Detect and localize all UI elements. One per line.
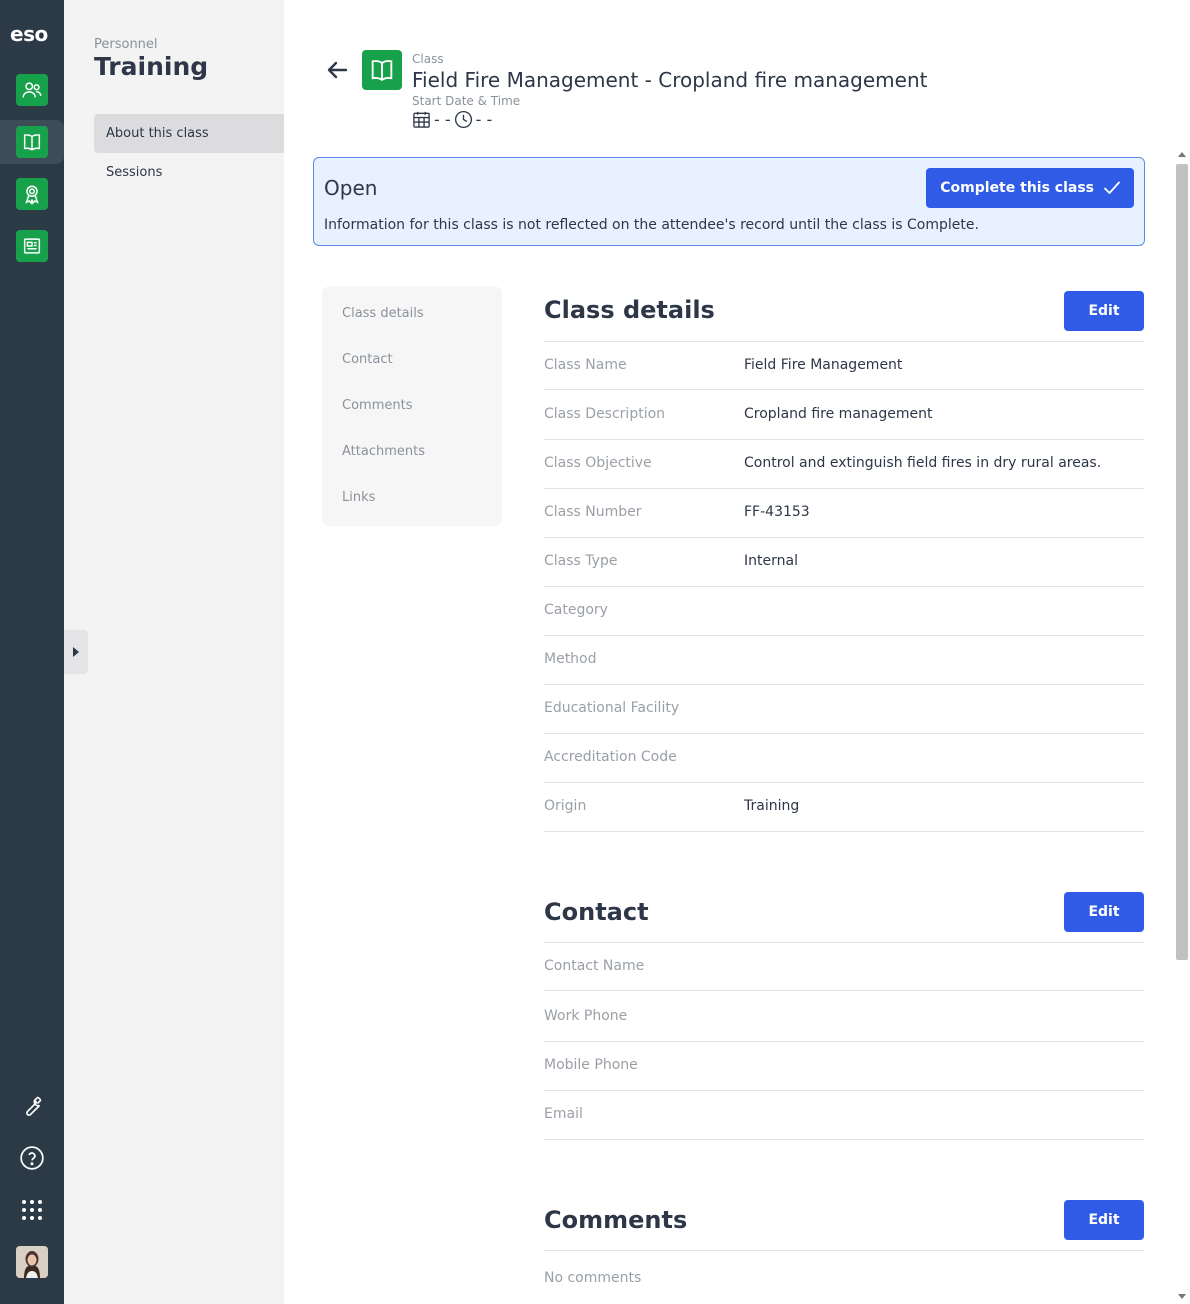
field-label: Class Description	[544, 406, 666, 422]
check-icon	[1104, 181, 1120, 194]
field-row-work-phone: Work Phone	[544, 993, 1144, 1042]
complete-class-label: Complete this class	[940, 180, 1094, 196]
comments-heading: Comments	[544, 1206, 688, 1234]
field-label: Mobile Phone	[544, 1057, 638, 1073]
scrollbar-thumb[interactable]	[1176, 164, 1188, 960]
status-banner: Open Information for this class is not r…	[313, 157, 1145, 246]
calendar-icon	[413, 111, 430, 128]
start-date-label: Start Date & Time	[412, 94, 521, 108]
comments-divider	[544, 1250, 1144, 1251]
field-value: FF-43153	[744, 504, 810, 520]
contact-heading: Contact	[544, 898, 649, 926]
field-label: Category	[544, 602, 608, 618]
people-icon	[22, 82, 42, 98]
field-row-email: Email	[544, 1091, 1144, 1140]
breadcrumb: Personnel	[94, 37, 158, 52]
field-label: Class Objective	[544, 455, 652, 471]
back-button[interactable]	[326, 58, 350, 82]
field-label: Class Type	[544, 553, 618, 569]
status-message: Information for this class is not reflec…	[324, 217, 979, 233]
field-label: Educational Facility	[544, 700, 680, 716]
caret-right-icon	[73, 647, 79, 657]
apps-button[interactable]	[16, 1194, 48, 1226]
book-icon	[371, 60, 393, 82]
status-label: Open	[324, 176, 378, 200]
field-value: Internal	[744, 553, 798, 569]
page-section-nav: Class details Contact Comments Attachmen…	[322, 286, 502, 526]
help-icon	[20, 1146, 44, 1170]
tools-button[interactable]	[16, 1090, 48, 1122]
field-label: Method	[544, 651, 597, 667]
field-row-class-objective: Class Objective Control and extinguish f…	[544, 440, 1144, 489]
pagenav-class-details[interactable]: Class details	[342, 306, 424, 321]
personnel-nav-button[interactable]	[16, 74, 48, 106]
page-title: Field Fire Management - Cropland fire ma…	[412, 68, 928, 92]
complete-class-button[interactable]: Complete this class	[926, 168, 1134, 208]
field-value: Control and extinguish field fires in dr…	[744, 455, 1102, 471]
field-row-educational-facility: Educational Facility	[544, 685, 1144, 734]
field-row-category: Category	[544, 587, 1144, 636]
app-rail: eso	[0, 0, 64, 1304]
apps-grid-icon	[22, 1200, 42, 1220]
eso-logo: eso	[10, 22, 48, 46]
section-title: Training	[94, 52, 209, 81]
class-icon-badge	[362, 50, 402, 90]
start-date-value: - -	[434, 110, 451, 129]
contact-edit-button[interactable]: Edit	[1064, 892, 1144, 932]
certifications-nav-button[interactable]	[16, 178, 48, 210]
field-row-class-description: Class Description Cropland fire manageme…	[544, 391, 1144, 440]
start-date-time: - - - -	[412, 110, 492, 129]
field-row-class-name: Class Name Field Fire Management	[544, 341, 1144, 390]
comments-edit-button[interactable]: Edit	[1064, 1200, 1144, 1240]
newspaper-icon	[23, 238, 41, 254]
news-nav-button[interactable]	[16, 230, 48, 262]
help-button[interactable]	[16, 1142, 48, 1174]
secondary-nav: Personnel Training About this class Sess…	[64, 0, 284, 1304]
pagenav-attachments[interactable]: Attachments	[342, 444, 425, 459]
scroll-down-arrow[interactable]	[1178, 1294, 1186, 1299]
field-value: Field Fire Management	[744, 357, 903, 373]
class-details-edit-button[interactable]: Edit	[1064, 291, 1144, 331]
header-label: Class	[412, 52, 444, 66]
field-label: Class Name	[544, 357, 627, 373]
field-row-class-type: Class Type Internal	[544, 538, 1144, 587]
field-label: Class Number	[544, 504, 642, 520]
field-value: Cropland fire management	[744, 406, 933, 422]
field-row-class-number: Class Number FF-43153	[544, 489, 1144, 538]
pagenav-links[interactable]: Links	[342, 490, 375, 505]
pagenav-comments[interactable]: Comments	[342, 398, 412, 413]
field-label: Contact Name	[544, 958, 645, 974]
start-time-value: - -	[475, 110, 493, 129]
field-value: Training	[744, 798, 800, 814]
field-row-origin: Origin Training	[544, 783, 1144, 832]
clock-icon	[454, 110, 472, 129]
field-label: Origin	[544, 798, 587, 814]
expand-nav-button[interactable]	[64, 630, 88, 674]
subnav-item-about[interactable]: About this class	[94, 114, 284, 153]
field-row-accreditation-code: Accreditation Code	[544, 734, 1144, 783]
user-avatar-icon	[16, 1246, 48, 1278]
class-details-heading: Class details	[544, 296, 715, 324]
user-avatar[interactable]	[16, 1246, 48, 1278]
field-row-mobile-phone: Mobile Phone	[544, 1042, 1144, 1091]
field-label: Email	[544, 1106, 583, 1122]
book-icon	[23, 134, 41, 151]
arrow-left-icon	[327, 61, 348, 79]
no-comments-text: No comments	[544, 1270, 642, 1286]
subnav-item-sessions[interactable]: Sessions	[94, 153, 284, 192]
pagenav-contact[interactable]: Contact	[342, 352, 393, 367]
training-nav-button[interactable]	[16, 126, 48, 158]
field-row-contact-name: Contact Name	[544, 942, 1144, 991]
field-label: Work Phone	[544, 1008, 628, 1024]
field-row-method: Method	[544, 636, 1144, 685]
wrench-icon	[26, 1096, 42, 1116]
award-icon	[25, 185, 39, 205]
scroll-up-arrow[interactable]	[1178, 152, 1186, 157]
field-label: Accreditation Code	[544, 749, 677, 765]
